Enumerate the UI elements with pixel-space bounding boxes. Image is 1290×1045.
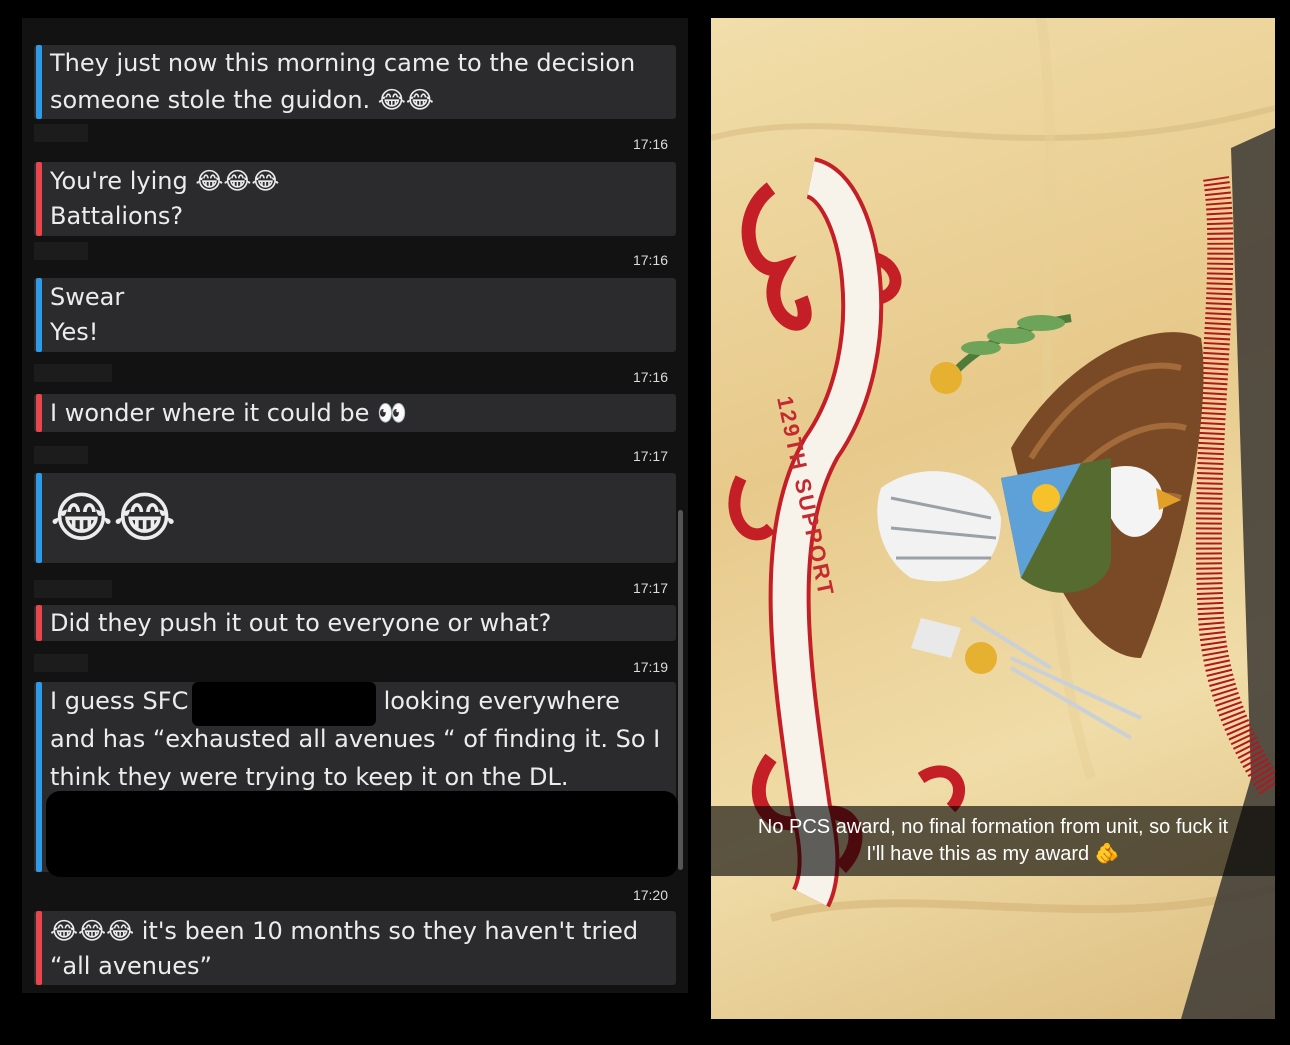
message-gap: [34, 124, 88, 142]
scrollbar[interactable]: [678, 510, 683, 870]
message-text: Battalions?: [50, 202, 184, 230]
message-gap: [34, 364, 112, 382]
message-text: someone stole the guidon. 😂😂: [50, 86, 434, 114]
message-gap: [34, 654, 88, 672]
chat-message[interactable]: They just now this morning came to the d…: [34, 45, 676, 119]
caption-line: I'll have this as my award 🫵: [866, 843, 1120, 865]
message-text: Swear: [50, 283, 125, 311]
message-text: I guess SFC: [50, 687, 189, 715]
message-timestamp: 17:16: [632, 369, 668, 385]
message-timestamp: 17:20: [632, 887, 668, 903]
chat-message[interactable]: 😂😂: [34, 473, 676, 563]
chat-message[interactable]: Swear Yes!: [34, 278, 676, 352]
message-text: I wonder where it could be 👀: [50, 399, 407, 427]
redaction-block: [192, 682, 376, 726]
chat-panel: They just now this morning came to the d…: [22, 18, 688, 993]
message-timestamp: 17:16: [632, 136, 668, 152]
chat-message[interactable]: Did they push it out to everyone or what…: [34, 605, 676, 641]
chat-message[interactable]: You're lying 😂😂😂 Battalions?: [34, 162, 676, 236]
caption-line: No PCS award, no final formation from un…: [757, 816, 1229, 838]
guidon-photo: 129TH SUPPORT No PCS award, no final for…: [711, 18, 1275, 1019]
message-gap: [34, 446, 88, 464]
message-gap: [34, 242, 88, 260]
message-text: looking everywhere: [383, 687, 620, 715]
message-timestamp: 17:16: [632, 252, 668, 268]
message-timestamp: 17:17: [632, 580, 668, 596]
message-text: They just now this morning came to the d…: [50, 49, 636, 77]
snap-caption: No PCS award, no final formation from un…: [711, 806, 1275, 876]
message-text: Yes!: [50, 318, 99, 346]
message-text: You're lying 😂😂😂: [50, 167, 280, 195]
redaction-block: [46, 791, 678, 877]
message-text: 😂😂😂 it's been 10 months so they haven't …: [50, 917, 639, 945]
message-timestamp: 17:17: [632, 448, 668, 464]
message-gap: [34, 580, 112, 598]
chat-message[interactable]: I wonder where it could be 👀: [34, 394, 676, 432]
chat-message[interactable]: 😂😂😂 it's been 10 months so they haven't …: [34, 911, 676, 985]
message-text: “all avenues”: [50, 952, 212, 980]
message-timestamp: 17:19: [632, 659, 668, 675]
message-text: 😂😂: [50, 486, 177, 549]
message-text: Did they push it out to everyone or what…: [50, 609, 552, 637]
